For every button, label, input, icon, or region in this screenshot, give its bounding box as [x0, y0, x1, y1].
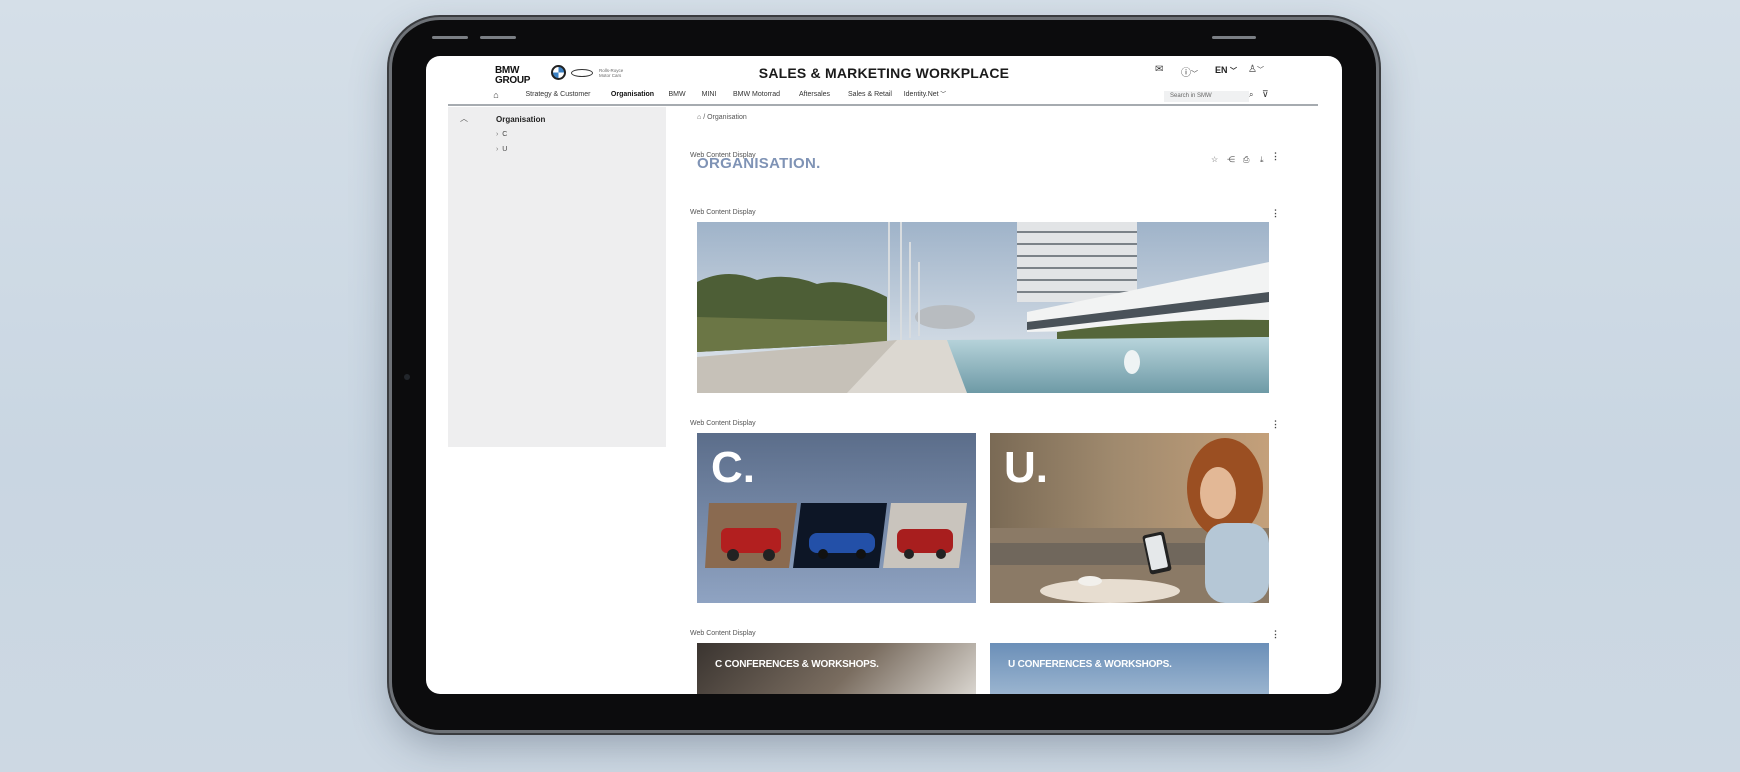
- mail-icon[interactable]: ✉: [1155, 64, 1163, 75]
- chevron-down-icon: ﹀: [938, 92, 947, 98]
- download-icon[interactable]: ⤓: [1260, 155, 1264, 165]
- c-conferences-tile[interactable]: C CONFERENCES & WORKSHOPS.: [697, 643, 976, 694]
- share-icon[interactable]: ⋲: [1227, 155, 1235, 164]
- search-input[interactable]: Search in SMW: [1164, 91, 1249, 102]
- sidebar-title[interactable]: Organisation: [496, 115, 545, 124]
- tablet-power-button: [1212, 36, 1256, 39]
- portlet-label: Web Content Display: [690, 420, 756, 427]
- more-options-icon[interactable]: ⋮: [1271, 629, 1280, 640]
- tablet-camera: [404, 374, 410, 380]
- chevron-up-icon[interactable]: ︿: [460, 113, 468, 124]
- home-icon: ⌂: [493, 90, 499, 100]
- sidebar-item-c[interactable]: › C: [496, 131, 507, 138]
- card-u[interactable]: U.: [990, 433, 1269, 603]
- tile-label: U CONFERENCES & WORKSHOPS.: [1008, 659, 1172, 670]
- app-title: SALES & MARKETING WORKPLACE: [758, 65, 1010, 81]
- portlet-label: Web Content Display: [690, 209, 756, 216]
- chevron-right-icon: ›: [496, 131, 499, 138]
- more-options-icon[interactable]: ⋮: [1271, 208, 1280, 219]
- sidebar: ︿ Organisation › C › U: [448, 107, 666, 447]
- card-c-cars-image: [705, 503, 967, 568]
- more-options-icon[interactable]: ⋮: [1271, 419, 1280, 430]
- nav-divider: [448, 104, 1318, 106]
- help-icon[interactable]: ⓘ﹀: [1181, 64, 1198, 79]
- language-selector[interactable]: EN ﹀: [1215, 65, 1237, 76]
- card-c[interactable]: C.: [697, 433, 976, 603]
- user-icon[interactable]: ♙﹀: [1248, 64, 1264, 75]
- more-options-icon[interactable]: ⋮: [1271, 151, 1280, 162]
- filter-icon[interactable]: ⊽: [1262, 89, 1269, 100]
- print-icon[interactable]: ⎙: [1243, 155, 1249, 165]
- search-icon[interactable]: ⌕: [1249, 90, 1253, 100]
- headquarters-image: [697, 222, 1269, 393]
- sidebar-item-u[interactable]: › U: [496, 146, 507, 153]
- portlet-label: Web Content Display: [690, 630, 756, 637]
- breadcrumb: ⌂ / Organisation: [697, 114, 747, 121]
- home-icon[interactable]: ⌂: [697, 114, 701, 121]
- tablet-volume-button: [480, 36, 516, 39]
- chevron-right-icon: ›: [496, 146, 499, 153]
- star-icon[interactable]: ☆: [1211, 155, 1218, 164]
- app-screen: BMW GROUP Rolls-Royce Motor Cars SALES & M…: [426, 56, 1342, 694]
- page-title: ORGANISATION.: [697, 155, 821, 172]
- tile-label: C CONFERENCES & WORKSHOPS.: [715, 659, 879, 670]
- card-u-woman-phone-image: [990, 438, 1269, 603]
- u-conferences-tile[interactable]: U CONFERENCES & WORKSHOPS.: [990, 643, 1269, 694]
- tablet-volume-button: [432, 36, 468, 39]
- breadcrumb-current: Organisation: [707, 114, 747, 121]
